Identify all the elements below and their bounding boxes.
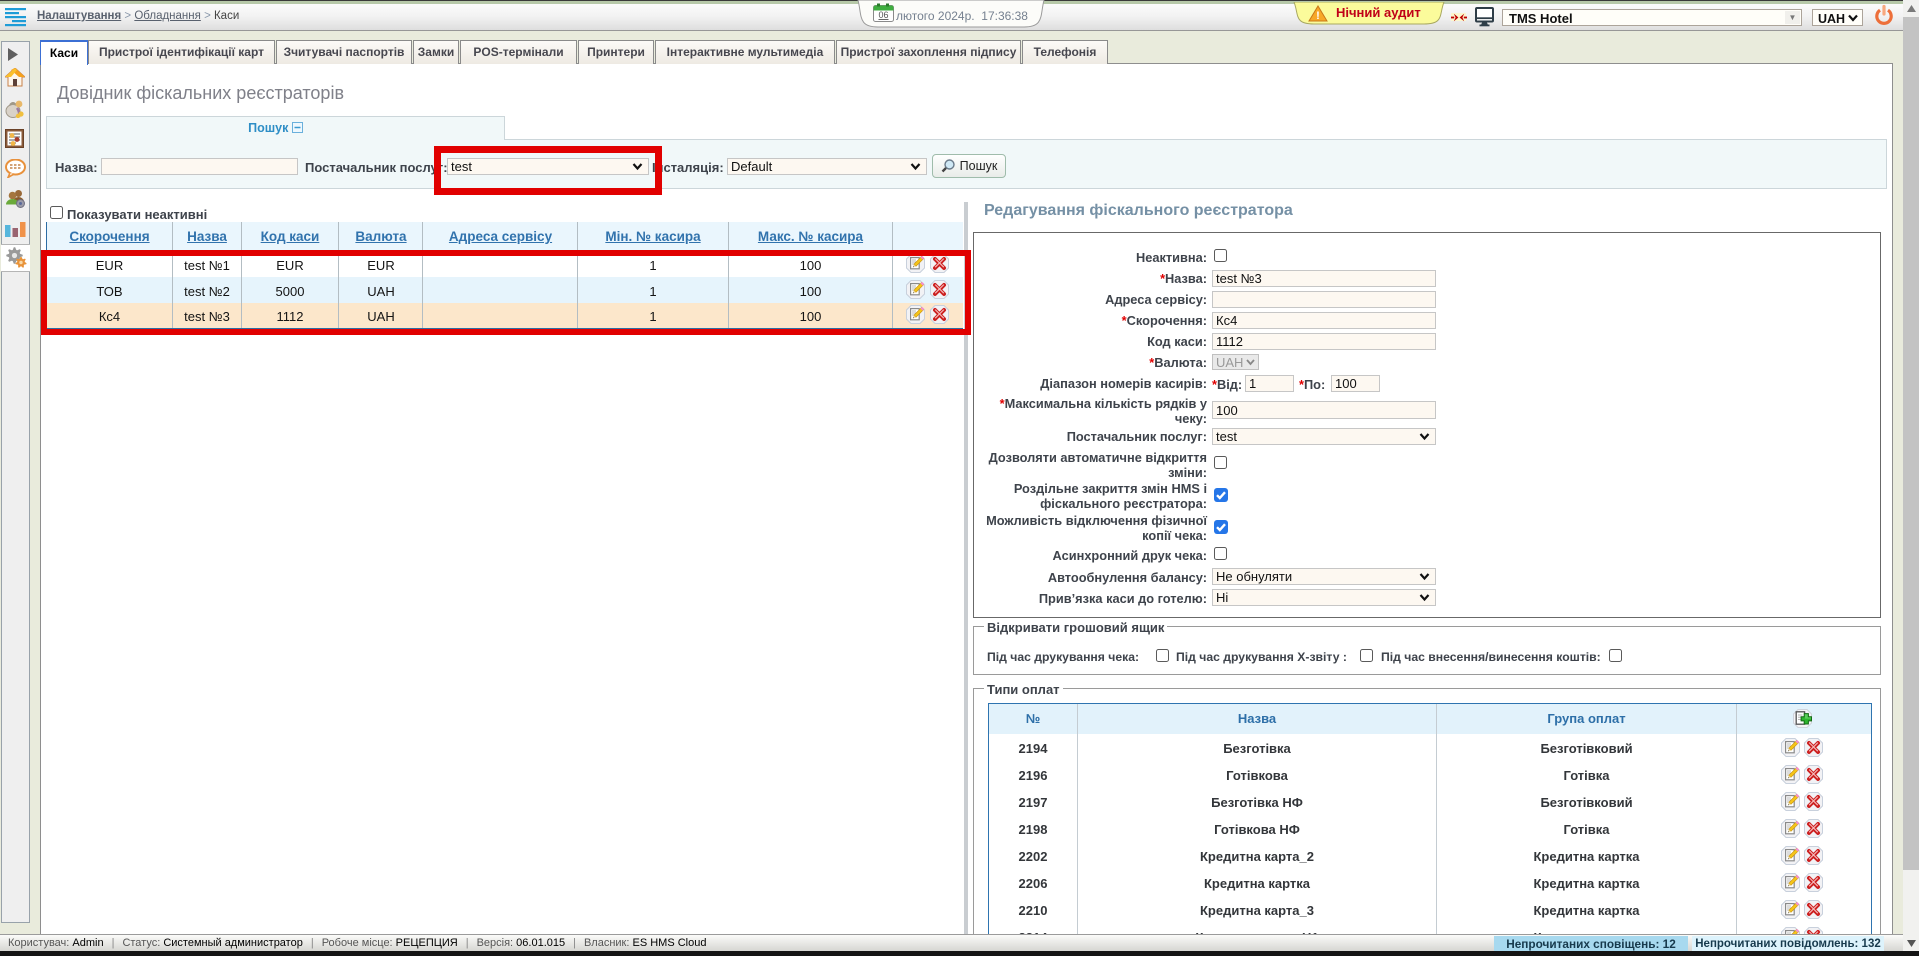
svg-text:!: ! — [1316, 10, 1320, 22]
svg-text:06: 06 — [878, 10, 888, 20]
